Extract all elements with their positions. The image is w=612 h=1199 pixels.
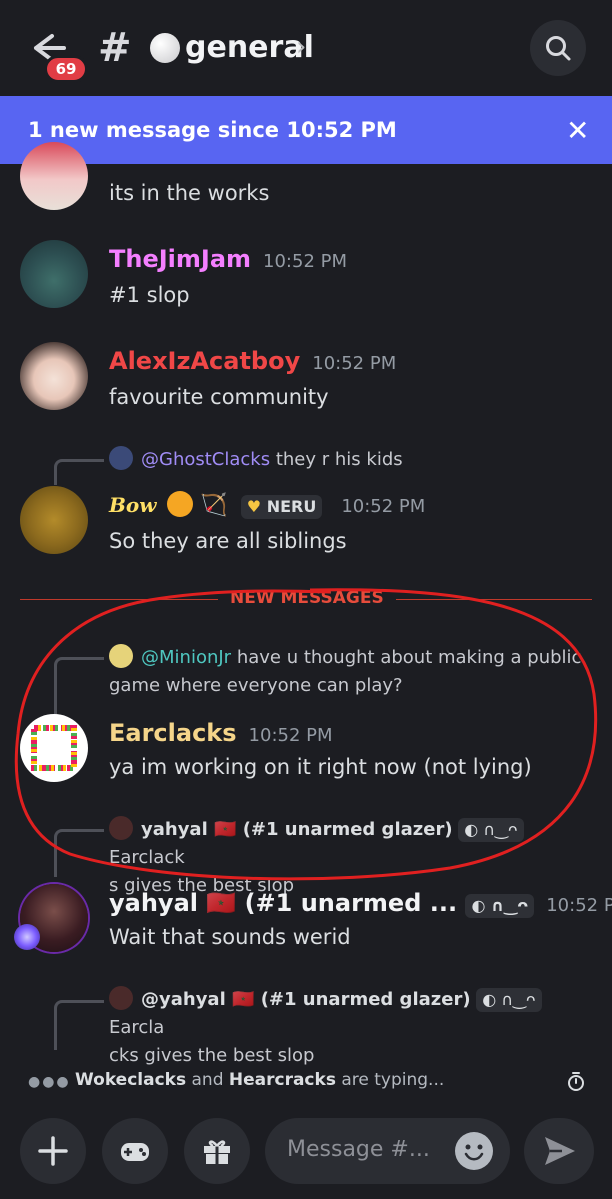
- channel-title[interactable]: general: [185, 28, 314, 68]
- message-text: its in the works: [109, 181, 270, 205]
- server-tag-label: NERU: [266, 497, 317, 516]
- message-text: #1 slop: [109, 283, 190, 307]
- new-message-banner[interactable]: 1 new message since 10:52 PM ✕: [0, 96, 612, 164]
- message-author[interactable]: AlexIzAcatboy 10:52 PM: [109, 346, 396, 379]
- send-button[interactable]: [524, 1118, 594, 1184]
- message-composer: Message #...: [0, 1102, 612, 1199]
- bow-and-arrow-icon: 🏹: [200, 493, 228, 518]
- message-input[interactable]: Message #...: [265, 1118, 510, 1184]
- author-name: TheJimJam: [109, 245, 252, 273]
- close-icon[interactable]: ✕: [566, 114, 589, 147]
- author-name: AlexIzAcatboy: [109, 347, 301, 375]
- author-name: yahyal 🇲🇦 (#1 unarmed ...: [109, 889, 458, 917]
- reply-avatar: [109, 446, 133, 470]
- server-tag-badge: ◐ ∩‿ᴖ: [476, 988, 542, 1012]
- avatar[interactable]: [20, 486, 88, 554]
- typing-user: Hearcracks: [228, 1070, 336, 1090]
- gamepad-icon: [121, 1143, 149, 1161]
- message-author[interactable]: yahyal 🇲🇦 (#1 unarmed ... ◐ ∩‿ᴖ 10:52 PM: [109, 888, 612, 921]
- message-timestamp: 10:52 PM: [312, 353, 397, 374]
- server-tag-badge[interactable]: ♥ NERU: [240, 495, 323, 519]
- red-annotation-circle: [14, 588, 598, 881]
- message-timestamp: 10:52 PM: [546, 895, 612, 916]
- emoji-button[interactable]: [455, 1132, 493, 1170]
- reply-mention: @GhostClacks: [141, 449, 271, 470]
- channel-header: 69 # general ›: [0, 0, 612, 96]
- typing-user: Wokeclacks: [75, 1070, 187, 1090]
- message-author[interactable]: Bow 🏹 ♥ NERU 10:52 PM: [109, 490, 425, 522]
- orange-circle-emoji: [167, 491, 194, 517]
- reply-author: @yahyal 🇲🇦 (#1 unarmed glazer): [141, 989, 471, 1010]
- chevron-right-icon[interactable]: ›: [296, 32, 306, 62]
- message-timestamp: 10:52 PM: [341, 496, 426, 517]
- avatar[interactable]: [20, 342, 88, 410]
- send-icon: [545, 1137, 575, 1165]
- unread-badge: 69: [44, 55, 88, 83]
- message-text: favourite community: [109, 385, 329, 409]
- typing-suffix: are typing...: [341, 1070, 445, 1090]
- server-tag-badge[interactable]: ◐ ∩‿ᴖ: [465, 894, 535, 918]
- slowmode-timer-icon: [568, 1072, 584, 1091]
- reply-text: Earcla: [109, 1017, 165, 1038]
- message-text: So they are all siblings: [109, 529, 347, 553]
- search-icon: [546, 36, 571, 61]
- white-circle-emoji: [150, 33, 180, 63]
- avatar[interactable]: [20, 240, 88, 308]
- gift-icon: [204, 1140, 230, 1164]
- reply-avatar: [109, 986, 133, 1010]
- banner-text: 1 new message since 10:52 PM: [28, 118, 397, 142]
- reply-preview[interactable]: @GhostClacks they r his kids: [109, 446, 403, 474]
- add-attachment-button[interactable]: [20, 1118, 86, 1184]
- hash-icon: #: [98, 25, 132, 71]
- reply-preview[interactable]: @yahyal 🇲🇦 (#1 unarmed glazer) ◐ ∩‿ᴖ Ear…: [109, 986, 589, 1070]
- avatar[interactable]: [20, 142, 88, 210]
- search-button[interactable]: [530, 20, 586, 76]
- gift-button[interactable]: [184, 1118, 250, 1184]
- typing-indicator: ●●● Wokeclacks and Hearcracks are typing…: [0, 1060, 612, 1102]
- typing-joiner: and: [191, 1070, 224, 1090]
- message-timestamp: 10:52 PM: [263, 251, 348, 272]
- avatar-decoration-icon: [14, 924, 40, 950]
- activities-button[interactable]: [102, 1118, 168, 1184]
- reply-connector: [54, 459, 104, 485]
- message-placeholder: Message #...: [287, 1137, 430, 1162]
- message-author[interactable]: TheJimJam 10:52 PM: [109, 244, 347, 277]
- reply-text: they r his kids: [275, 449, 403, 470]
- plus-icon: [38, 1136, 68, 1166]
- author-name: Bow: [109, 493, 157, 517]
- message-text: Wait that sounds werid: [109, 925, 351, 949]
- typing-dots-icon: ●●●: [28, 1074, 71, 1090]
- heart-icon: ♥: [246, 497, 262, 516]
- typing-text: Wokeclacks and Hearcracks are typing...: [75, 1070, 444, 1090]
- reply-connector: [54, 1000, 104, 1050]
- smile-icon: [464, 1144, 484, 1161]
